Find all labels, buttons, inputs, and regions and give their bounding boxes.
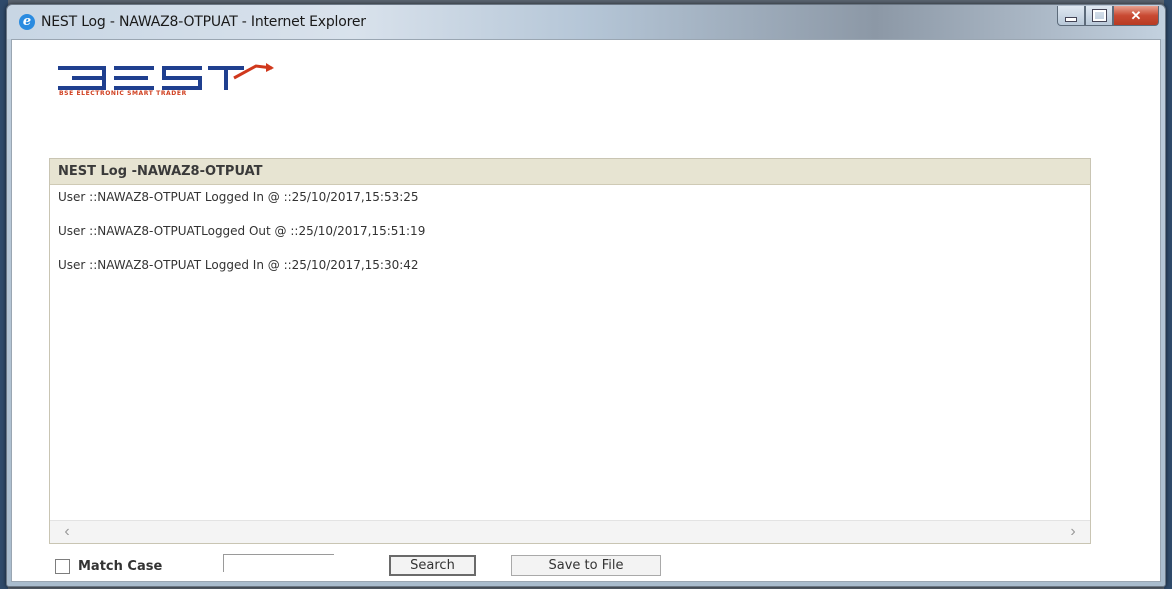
log-panel: NEST Log -NAWAZ8-OTPUAT User ::NAWAZ8-OT… bbox=[49, 158, 1091, 544]
close-icon: ✕ bbox=[1130, 7, 1142, 23]
log-entry: User ::NAWAZ8-OTPUAT Logged In @ ::25/10… bbox=[58, 190, 419, 204]
minimize-button[interactable] bbox=[1057, 6, 1085, 26]
browser-window: e NEST Log - NAWAZ8-OTPUAT - Internet Ex… bbox=[6, 4, 1166, 587]
log-list: User ::NAWAZ8-OTPUAT Logged In @ ::25/10… bbox=[50, 185, 1090, 287]
scroll-left-icon[interactable]: ‹ bbox=[58, 523, 76, 541]
logo-tagline: BSE ELECTRONIC SMART TRADER bbox=[59, 90, 187, 97]
search-button[interactable]: Search bbox=[389, 555, 476, 576]
logo-letters bbox=[58, 66, 244, 90]
logo-arrow-icon bbox=[266, 63, 274, 72]
maximize-button[interactable] bbox=[1085, 6, 1113, 26]
search-input[interactable] bbox=[223, 554, 334, 572]
window-title: NEST Log - NAWAZ8-OTPUAT - Internet Expl… bbox=[41, 14, 366, 30]
internet-explorer-icon: e bbox=[19, 14, 35, 30]
log-entry: User ::NAWAZ8-OTPUAT Logged In @ ::25/10… bbox=[58, 258, 419, 272]
match-case-checkbox[interactable] bbox=[55, 559, 70, 574]
window-controls: ✕ bbox=[1057, 6, 1159, 26]
page-content: BSE ELECTRONIC SMART TRADER NEST Log -NA… bbox=[11, 39, 1161, 582]
horizontal-scrollbar[interactable]: ‹ › bbox=[50, 520, 1090, 543]
title-bar[interactable]: e NEST Log - NAWAZ8-OTPUAT - Internet Ex… bbox=[7, 5, 1165, 39]
save-to-file-button[interactable]: Save to File bbox=[511, 555, 661, 576]
minimize-icon bbox=[1065, 16, 1077, 22]
close-button[interactable]: ✕ bbox=[1113, 6, 1159, 26]
maximize-icon bbox=[1091, 9, 1107, 22]
log-entry: User ::NAWAZ8-OTPUATLogged Out @ ::25/10… bbox=[58, 224, 426, 238]
scroll-right-icon[interactable]: › bbox=[1064, 523, 1082, 541]
search-toolbar: Match Case Search Save to File bbox=[12, 551, 1160, 581]
match-case-label[interactable]: Match Case bbox=[78, 559, 162, 574]
log-panel-header: NEST Log -NAWAZ8-OTPUAT bbox=[50, 159, 1090, 185]
